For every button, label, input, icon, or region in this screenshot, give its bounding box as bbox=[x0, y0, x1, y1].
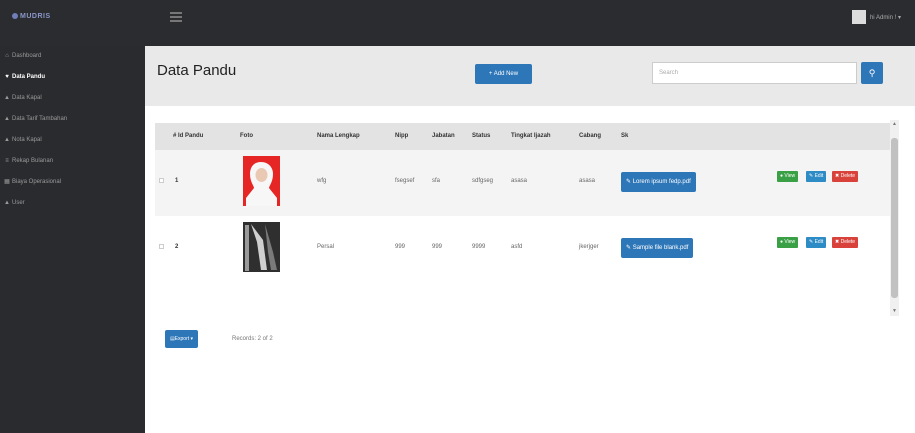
col-nipp: Nipp bbox=[395, 133, 409, 139]
col-sk: Sk bbox=[621, 133, 629, 139]
table-row: 1 wfg fsegsef sfa sdfgseg asasa asasa ✎ … bbox=[155, 150, 895, 216]
logo-text: MUDRIS bbox=[20, 13, 51, 20]
cell-nipp: fsegsef bbox=[395, 178, 415, 184]
user-icon: ▲ bbox=[4, 116, 10, 122]
sk-file-button[interactable]: ✎ Lorem ipsum fedp.pdf bbox=[621, 172, 696, 192]
cell-nipp: 999 bbox=[395, 244, 406, 250]
col-nama-lengkap: Nama Lengkap bbox=[317, 133, 360, 139]
photo-image bbox=[243, 156, 280, 206]
col-status: Status bbox=[472, 133, 491, 139]
sk-file-button[interactable]: ✎ Sample file blank.pdf bbox=[621, 238, 694, 258]
table-header: # Id Pandu Foto Nama Lengkap Nipp Jabata… bbox=[155, 123, 895, 150]
cell-id: 2 bbox=[175, 244, 179, 250]
delete-button[interactable]: ✖ Delete bbox=[832, 171, 859, 182]
sidebar-item-nota-kapal[interactable]: ▲ Nota Kapal bbox=[0, 130, 145, 151]
col-foto: Foto bbox=[240, 133, 253, 139]
user-icon: ▲ bbox=[4, 137, 10, 143]
cell-jabatan: sfa bbox=[432, 178, 441, 184]
content-header: Data Pandu + Add New Search ⚲ bbox=[145, 46, 915, 106]
view-button[interactable]: ● View bbox=[777, 171, 799, 182]
user-icon: ▲ bbox=[4, 95, 10, 101]
records-count: Records: 2 of 2 bbox=[232, 336, 273, 342]
scroll-thumb[interactable] bbox=[891, 138, 898, 298]
photo-thumbnail bbox=[243, 222, 280, 272]
row-checkbox[interactable] bbox=[159, 178, 164, 183]
user-menu[interactable]: hi Admin ! ▾ bbox=[851, 9, 901, 25]
delete-button[interactable]: ✖ Delete bbox=[832, 237, 859, 248]
sidebar-item-data-tarif[interactable]: ▲ Data Tarif Tambahan bbox=[0, 109, 145, 130]
cell-jabatan: 999 bbox=[432, 244, 443, 250]
heart-icon: ♥ bbox=[5, 74, 9, 80]
home-icon: ⌂ bbox=[5, 53, 9, 59]
sidebar-item-dashboard[interactable]: ⌂ Dashboard bbox=[0, 46, 145, 67]
cell-nama: Persal bbox=[317, 244, 335, 250]
table-scrollbar[interactable]: ▲ ▼ bbox=[890, 120, 899, 316]
user-name: hi Admin ! ▾ bbox=[869, 14, 901, 21]
col-id-pandu[interactable]: # Id Pandu bbox=[173, 123, 203, 150]
cell-nama: wfg bbox=[317, 178, 327, 184]
cell-status: 9999 bbox=[472, 244, 486, 250]
sidebar-item-rekap-bulanan[interactable]: ≡ Rekap Bulanan bbox=[0, 151, 145, 172]
user-icon: ▲ bbox=[4, 200, 10, 206]
scroll-up-icon[interactable]: ▲ bbox=[890, 120, 899, 129]
col-jabatan: Jabatan bbox=[432, 133, 455, 139]
view-button[interactable]: ● View bbox=[777, 237, 799, 248]
sidebar-item-biaya-operasional[interactable]: ▦ Biaya Operasional bbox=[0, 172, 145, 193]
photo-thumbnail bbox=[243, 156, 280, 206]
cell-ijazah: asfd bbox=[511, 244, 523, 250]
avatar bbox=[851, 10, 866, 24]
row-checkbox[interactable] bbox=[159, 244, 164, 249]
cell-cabang: jkerjger bbox=[579, 244, 599, 250]
app-logo[interactable]: MUDRIS bbox=[12, 10, 54, 24]
scroll-down-icon[interactable]: ▼ bbox=[890, 307, 899, 316]
photo-image bbox=[243, 222, 280, 272]
sidebar: ⌂ Dashboard ♥ Data Pandu ▲ Data Kapal ▲ Data… bbox=[0, 46, 145, 433]
top-navbar: MUDRIS hi Admin ! ▾ bbox=[0, 0, 915, 46]
main-content: Data Pandu + Add New Search ⚲ # Id Pandu… bbox=[145, 46, 915, 433]
sidebar-item-data-pandu[interactable]: ♥ Data Pandu bbox=[0, 67, 145, 88]
cell-ijazah: asasa bbox=[511, 178, 528, 184]
table-icon: ▦ bbox=[4, 179, 10, 185]
col-cabang: Cabang bbox=[579, 133, 602, 139]
search-input[interactable]: Search bbox=[652, 62, 857, 84]
page-title: Data Pandu bbox=[157, 62, 237, 79]
cell-cabang: asasa bbox=[579, 178, 596, 184]
search-icon[interactable]: ⚲ bbox=[861, 62, 883, 84]
edit-button[interactable]: ✎ Edit bbox=[806, 237, 827, 248]
cell-id: 1 bbox=[175, 178, 179, 184]
add-new-button[interactable]: + Add New bbox=[475, 64, 532, 84]
cell-status: sdfgseg bbox=[472, 178, 494, 184]
export-button[interactable]: ▤Export ▾ bbox=[165, 330, 198, 348]
edit-button[interactable]: ✎ Edit bbox=[806, 171, 827, 182]
list-icon: ≡ bbox=[5, 158, 9, 164]
menu-toggle-icon[interactable] bbox=[170, 12, 182, 22]
sidebar-item-user[interactable]: ▲ User bbox=[0, 193, 145, 214]
logo-icon bbox=[12, 13, 18, 20]
table-row: 2 Persal 999 999 9999 asfd jkerjger ✎ Sa… bbox=[155, 216, 895, 282]
col-tingkat-ijazah: Tingkat Ijazah bbox=[511, 133, 551, 139]
sidebar-item-data-kapal[interactable]: ▲ Data Kapal bbox=[0, 88, 145, 109]
data-table: # Id Pandu Foto Nama Lengkap Nipp Jabata… bbox=[155, 123, 895, 282]
